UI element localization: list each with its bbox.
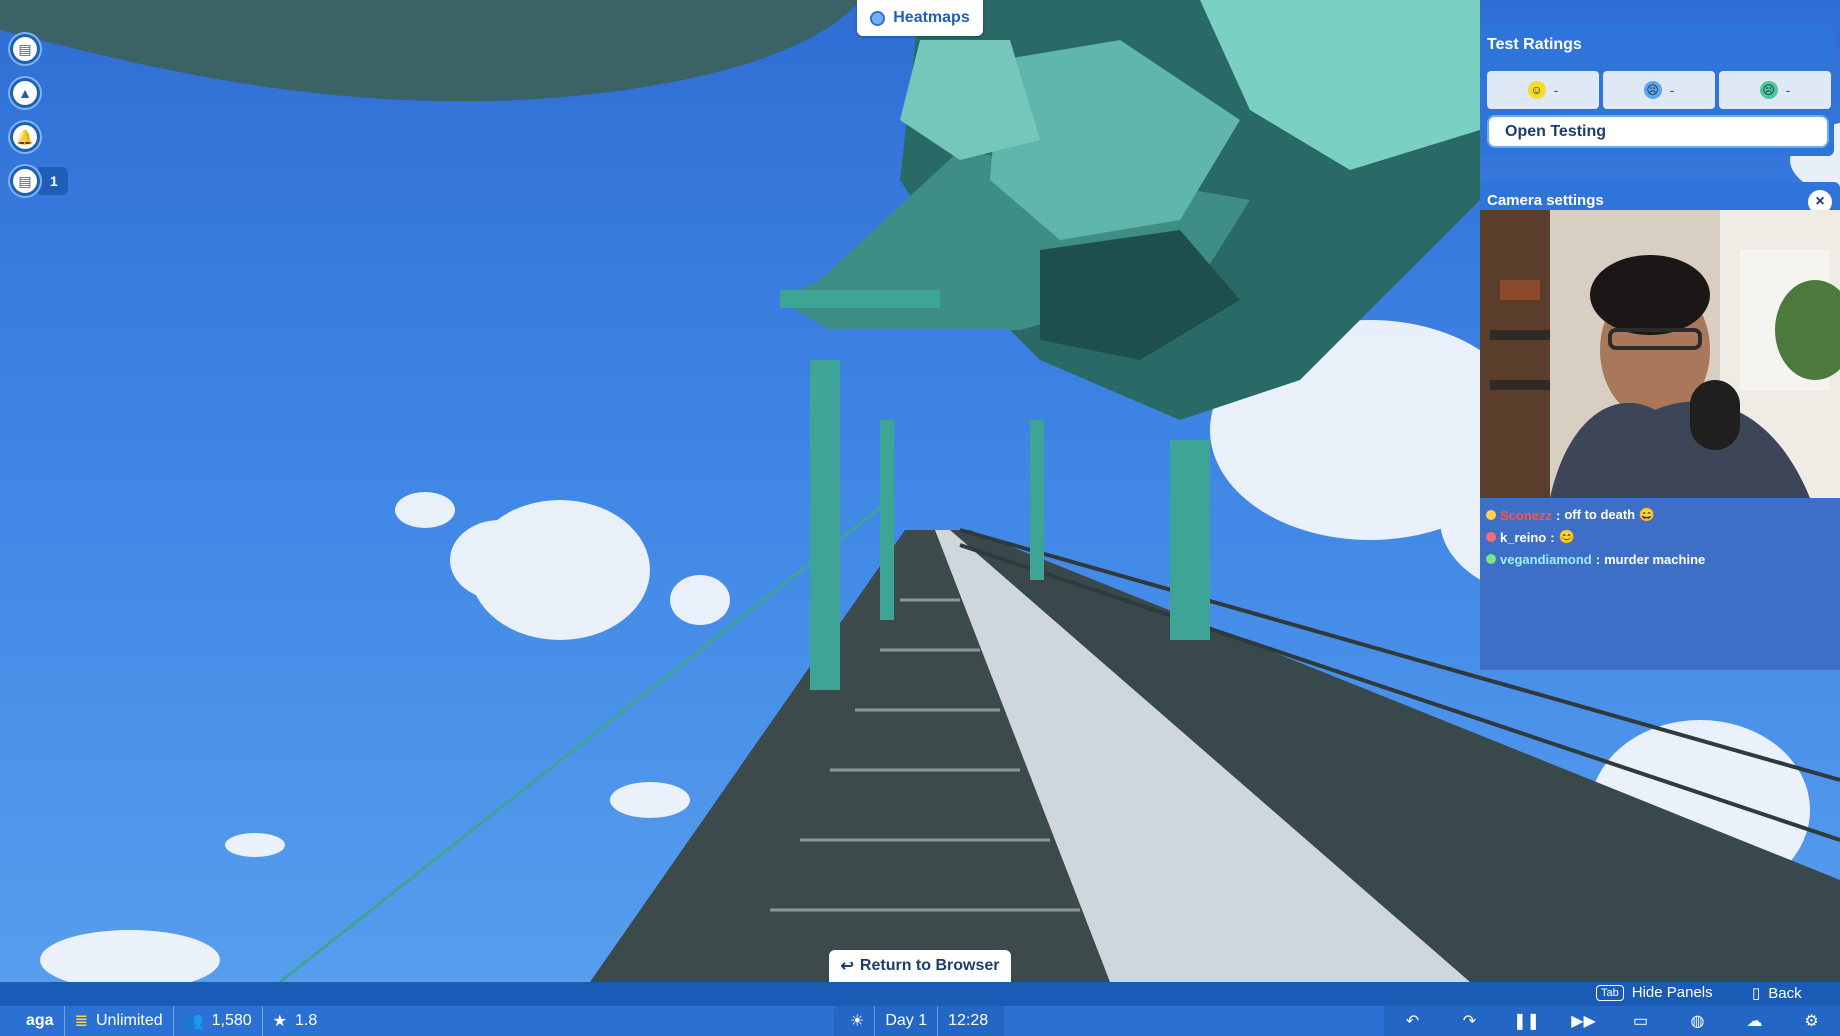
add-scenery-button[interactable]: ▲	[8, 76, 42, 110]
date-time[interactable]: ☀ Day 1 12:28	[834, 1006, 1005, 1036]
mouse-icon: ▯	[1752, 985, 1761, 1002]
clipboard-icon: ▤	[13, 169, 37, 193]
fast-forward-icon[interactable]: ▶▶	[1571, 1009, 1596, 1033]
back-hint[interactable]: ▯ Back	[1752, 984, 1802, 1003]
return-to-browser-button[interactable]: ↩ Return to Browser	[829, 950, 1011, 982]
chat-message: murder machine	[1604, 551, 1706, 567]
rating-sad[interactable]: ☹ -	[1603, 71, 1715, 109]
guests-stat[interactable]: 👥 1,580	[174, 1006, 263, 1036]
hide-panels-hint[interactable]: Tab Hide Panels	[1596, 984, 1713, 1001]
heatmap-icon	[870, 10, 886, 26]
back-label: Back	[1768, 984, 1802, 1002]
chat-message: off to death 😄	[1564, 507, 1655, 522]
return-to-browser-label: Return to Browser	[859, 957, 1000, 974]
heatmaps-button[interactable]: Heatmaps	[857, 0, 983, 36]
test-ratings-panel: Test Ratings ☺ - ☹ - ☹ - Open Testing	[1480, 24, 1834, 156]
left-toolbar: ▤ ▲ 🔔 ▤ 1	[8, 32, 68, 198]
rating-sad-value: -	[1669, 82, 1675, 98]
ratings-row: ☺ - ☹ - ☹ -	[1487, 71, 1831, 109]
money-stat[interactable]: ≣ Unlimited	[65, 1006, 174, 1036]
sad-face-icon: ☹	[1643, 81, 1662, 99]
redo-icon[interactable]: ↷	[1458, 1009, 1482, 1033]
camera-icon[interactable]: ▭	[1629, 1009, 1653, 1033]
camera-settings-title: Camera settings	[1487, 192, 1604, 209]
test-ratings-title: Test Ratings	[1487, 36, 1582, 53]
heatmaps-label: Heatmaps	[893, 9, 970, 26]
guests-value: 1,580	[211, 1012, 252, 1029]
hide-panels-label: Hide Panels	[1631, 984, 1713, 1001]
settings-gear-icon[interactable]: ⚙	[1800, 1009, 1824, 1033]
sick-face-icon: ☹	[1759, 81, 1778, 99]
badge-icon	[1486, 510, 1496, 520]
clipboard-icon: ▤	[13, 37, 37, 61]
badge-icon	[1486, 532, 1496, 542]
chat-user: k_reino	[1500, 529, 1547, 545]
open-testing-button[interactable]: Open Testing	[1487, 115, 1829, 148]
badge-icon	[1486, 554, 1496, 564]
webcam-feed	[1480, 210, 1840, 498]
return-icon: ↩	[840, 958, 854, 975]
star-icon: ★	[272, 1013, 287, 1030]
rating-stat[interactable]: ★ 1.8	[263, 1006, 328, 1036]
rating-value: 1.8	[294, 1012, 318, 1029]
chat-line: k_reino: 😊	[1486, 526, 1834, 548]
status-bar: aga ≣ Unlimited 👥 1,580 ★ 1.8 ☀ Day 1 12…	[0, 1006, 1840, 1036]
weather-control-icon[interactable]: ☁	[1743, 1009, 1767, 1033]
chat-overlay: Sconezz: off to death 😄 k_reino: 😊 vegan…	[1480, 500, 1840, 670]
chat-user: vegandiamond	[1500, 551, 1592, 567]
chat-line: Sconezz: off to death 😄	[1486, 504, 1834, 526]
park-stats: aga ≣ Unlimited 👥 1,580 ★ 1.8	[0, 1006, 327, 1036]
camera-settings-panel: Camera settings × Sconezz: off to death …	[1480, 182, 1840, 670]
chat-user: Sconezz	[1500, 507, 1553, 523]
tasks-button[interactable]: ▤	[8, 32, 42, 66]
globe-icon[interactable]: ◍	[1686, 1009, 1710, 1033]
objectives-button[interactable]: ▤	[8, 164, 42, 198]
tree-plus-icon: ▲	[13, 81, 37, 105]
pause-icon[interactable]: ❚❚	[1513, 1009, 1540, 1033]
undo-icon[interactable]: ↶	[1401, 1009, 1425, 1033]
objectives-count: 1	[38, 167, 68, 195]
game-controls: ↶ ↷ ❚❚ ▶▶ ▭ ◍ ☁ ⚙	[1384, 1006, 1840, 1036]
happy-face-icon: ☺	[1527, 81, 1546, 99]
chat-message: 😊	[1558, 529, 1575, 544]
day-label: Day 1	[875, 1006, 939, 1036]
objectives-row[interactable]: ▤ 1	[8, 164, 68, 198]
webcam-image	[1480, 210, 1840, 498]
guests-icon: 👥	[183, 1013, 204, 1030]
money-value: Unlimited	[95, 1012, 163, 1029]
notifications-button[interactable]: 🔔	[8, 120, 42, 154]
rating-happy[interactable]: ☺ -	[1487, 71, 1599, 109]
time-label: 12:28	[948, 1012, 989, 1029]
player-name[interactable]: aga	[0, 1006, 65, 1036]
chat-line: vegandiamond: murder machine	[1486, 548, 1834, 570]
tab-key: Tab	[1596, 984, 1624, 1001]
weather-icon: ☀	[840, 1006, 876, 1036]
coins-icon: ≣	[74, 1013, 88, 1030]
rating-sick[interactable]: ☹ -	[1719, 71, 1831, 109]
rating-happy-value: -	[1553, 82, 1559, 98]
rating-sick-value: -	[1785, 82, 1791, 98]
bell-icon: 🔔	[13, 125, 37, 149]
hint-bar: Tab Hide Panels ▯ Back	[0, 982, 1840, 1006]
